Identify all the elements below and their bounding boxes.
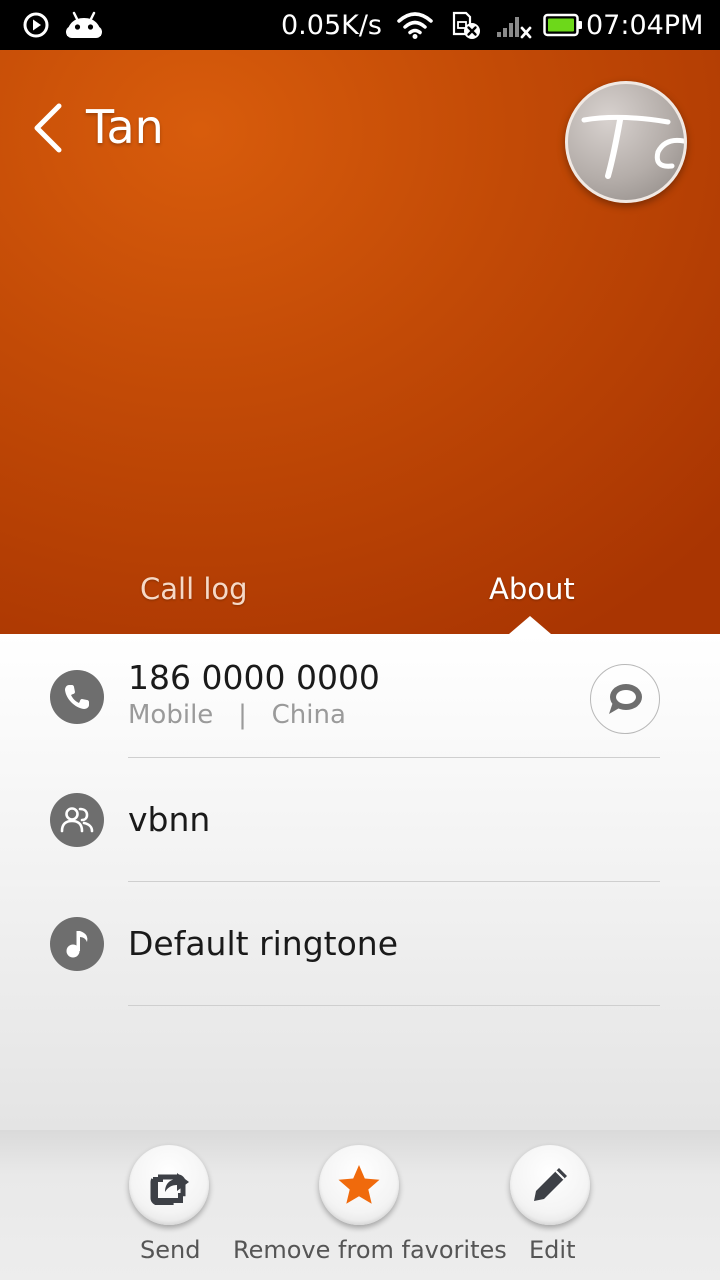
send-message-button[interactable] — [590, 664, 660, 734]
back-button[interactable] — [22, 98, 72, 158]
tab-indicator — [509, 616, 551, 634]
signal-bars-icon — [495, 0, 533, 50]
play-circle-icon — [22, 0, 50, 50]
contact-name: Tan — [86, 100, 164, 154]
avatar[interactable] — [565, 81, 687, 203]
divider — [128, 1005, 660, 1006]
send-label: Send — [140, 1236, 201, 1264]
tab-about[interactable]: About — [489, 572, 575, 612]
remove-favorite-action[interactable]: Remove from favorites — [230, 1130, 507, 1280]
message-bubble-icon — [609, 684, 642, 714]
action-bar: Send Remove from favorites Edit — [0, 1130, 720, 1280]
edit-action[interactable]: Edit — [470, 1130, 720, 1280]
chevron-left-icon — [34, 103, 62, 153]
group-row[interactable]: vbnn — [0, 758, 720, 882]
avatar-initials-image — [581, 114, 684, 179]
wifi-icon — [397, 0, 433, 50]
phone-row[interactable]: 186 0000 0000 Mobile | China — [0, 634, 720, 758]
phone-subtitle: Mobile | China — [128, 700, 346, 730]
edit-button[interactable] — [510, 1145, 590, 1225]
ringtone-row[interactable]: Default ringtone — [0, 882, 720, 1006]
contact-details: 186 0000 0000 Mobile | China vbnn Defaul… — [0, 634, 720, 1130]
sim-card-no-signal-icon — [450, 0, 482, 50]
tab-call-log[interactable]: Call log — [140, 572, 248, 612]
remove-favorite-button[interactable] — [319, 1145, 399, 1225]
battery-icon — [543, 0, 583, 50]
music-note-icon — [50, 917, 104, 971]
edit-label: Edit — [529, 1236, 576, 1264]
phone-number: 186 0000 0000 — [128, 658, 380, 697]
share-icon — [150, 1173, 189, 1205]
group-label: vbnn — [128, 800, 211, 839]
remove-favorite-label: Remove from favorites — [233, 1236, 507, 1264]
star-icon — [338, 1165, 380, 1204]
status-bar: 0.05K/s 07:04PM — [0, 0, 720, 50]
phone-type: Mobile — [128, 700, 214, 730]
clock: 07:04PM — [586, 9, 704, 41]
pencil-icon — [534, 1168, 567, 1201]
ringtone-label: Default ringtone — [128, 924, 399, 963]
phone-separator: | — [238, 700, 247, 730]
phone-location: China — [271, 700, 346, 730]
network-speed: 0.05K/s — [281, 9, 382, 41]
contact-header: Tan Call log About — [0, 50, 720, 634]
group-icon — [50, 793, 104, 847]
android-icon — [64, 0, 104, 50]
send-button[interactable] — [129, 1145, 209, 1225]
phone-icon — [50, 670, 104, 724]
